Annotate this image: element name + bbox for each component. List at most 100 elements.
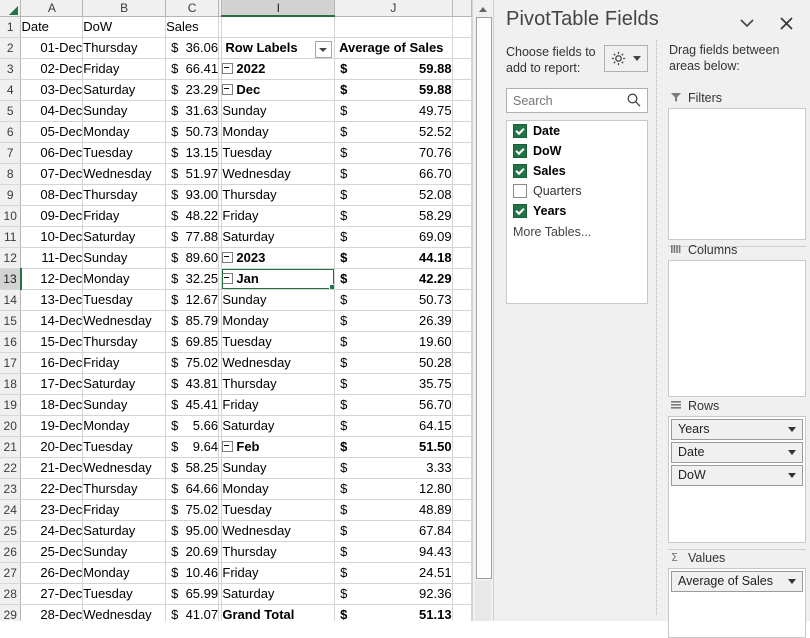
cell-K10[interactable] — [452, 205, 472, 227]
search-field[interactable] — [506, 88, 648, 113]
cell-B28[interactable]: Tuesday — [82, 583, 167, 605]
row-header-11[interactable]: 11 — [0, 226, 22, 248]
cell-A18[interactable]: 17-Dec — [20, 373, 84, 395]
cell-K11[interactable] — [452, 226, 472, 248]
cell-J11[interactable]: $69.09 — [334, 226, 453, 248]
cell-J5[interactable]: $49.75 — [334, 100, 453, 122]
cell-C23[interactable]: $64.66 — [165, 478, 220, 500]
cell-A3[interactable]: 02-Dec — [20, 58, 84, 80]
row-header-24[interactable]: 24 — [0, 499, 22, 521]
cell-J12[interactable]: $44.18 — [334, 247, 453, 269]
cell-J20[interactable]: $64.15 — [334, 415, 453, 437]
scroll-up-arrow-icon[interactable] — [475, 1, 491, 16]
more-tables-link[interactable]: More Tables... — [507, 221, 647, 243]
area-dropzone-filters[interactable] — [668, 108, 806, 240]
cell-B17[interactable]: Friday — [82, 352, 167, 374]
cell-A15[interactable]: 14-Dec — [20, 310, 84, 332]
row-header-12[interactable]: 12 — [0, 247, 22, 269]
cell-C12[interactable]: $89.60 — [165, 247, 220, 269]
collapse-minus-icon[interactable] — [222, 273, 234, 285]
row-header-18[interactable]: 18 — [0, 373, 22, 395]
row-header-27[interactable]: 27 — [0, 562, 22, 584]
cell-J29[interactable]: $51.13 — [334, 604, 453, 621]
vertical-scrollbar[interactable] — [472, 0, 493, 621]
cell-I18[interactable]: Thursday — [221, 373, 336, 395]
cell-K5[interactable] — [452, 100, 472, 122]
cell-B26[interactable]: Sunday — [82, 541, 167, 563]
row-header-17[interactable]: 17 — [0, 352, 22, 374]
cell-C21[interactable]: $9.64 — [165, 436, 220, 458]
cell-C28[interactable]: $65.99 — [165, 583, 220, 605]
field-chip-date[interactable]: Date — [671, 442, 803, 463]
cell-C19[interactable]: $45.41 — [165, 394, 220, 416]
row-header-25[interactable]: 25 — [0, 520, 22, 542]
cell-B23[interactable]: Thursday — [82, 478, 167, 500]
field-chip-average-of-sales[interactable]: Average of Sales — [671, 571, 803, 592]
cell-J14[interactable]: $50.73 — [334, 289, 453, 311]
cell-C24[interactable]: $75.02 — [165, 499, 220, 521]
cell-I28[interactable]: Saturday — [221, 583, 336, 605]
cell-J25[interactable]: $67.84 — [334, 520, 453, 542]
cell-A26[interactable]: 25-Dec — [20, 541, 84, 563]
cell-C13[interactable]: $32.25 — [165, 268, 220, 290]
row-header-28[interactable]: 28 — [0, 583, 22, 605]
cell-C17[interactable]: $75.02 — [165, 352, 220, 374]
row-header-20[interactable]: 20 — [0, 415, 22, 437]
cell-B16[interactable]: Thursday — [82, 331, 167, 353]
cell-C11[interactable]: $77.88 — [165, 226, 220, 248]
cell-A14[interactable]: 13-Dec — [20, 289, 84, 311]
field-item-dow[interactable]: DoW — [507, 141, 647, 161]
row-header-22[interactable]: 22 — [0, 457, 22, 479]
cell-K15[interactable] — [452, 310, 472, 332]
row-header-8[interactable]: 8 — [0, 163, 22, 185]
cell-C8[interactable]: $51.97 — [165, 163, 220, 185]
column-header-k[interactable] — [452, 0, 472, 17]
column-header-b[interactable]: B — [82, 0, 167, 17]
cell-J4[interactable]: $59.88 — [334, 79, 453, 101]
cell-A19[interactable]: 18-Dec — [20, 394, 84, 416]
cell-I22[interactable]: Sunday — [221, 457, 336, 479]
cell-K24[interactable] — [452, 499, 472, 521]
cell-B10[interactable]: Friday — [82, 205, 167, 227]
cell-C2[interactable]: $36.06 — [165, 37, 220, 59]
cell-K3[interactable] — [452, 58, 472, 80]
cell-J8[interactable]: $66.70 — [334, 163, 453, 185]
cell-A27[interactable]: 26-Dec — [20, 562, 84, 584]
row-header-26[interactable]: 26 — [0, 541, 22, 563]
collapse-minus-icon[interactable] — [222, 441, 234, 453]
cell-A23[interactable]: 22-Dec — [20, 478, 84, 500]
cell-B25[interactable]: Saturday — [82, 520, 167, 542]
cell-J21[interactable]: $51.50 — [334, 436, 453, 458]
field-item-quarters[interactable]: Quarters — [507, 181, 647, 201]
row-header-2[interactable]: 2 — [0, 37, 22, 59]
cell-I4[interactable]: Dec — [221, 79, 336, 101]
cell-C6[interactable]: $50.73 — [165, 121, 220, 143]
search-input[interactable] — [511, 91, 623, 111]
cell-K23[interactable] — [452, 478, 472, 500]
cell-C27[interactable]: $10.46 — [165, 562, 220, 584]
cell-B18[interactable]: Saturday — [82, 373, 167, 395]
column-header-c[interactable]: C — [165, 0, 220, 17]
cell-B12[interactable]: Sunday — [82, 247, 167, 269]
cell-B6[interactable]: Monday — [82, 121, 167, 143]
cell-K7[interactable] — [452, 142, 472, 164]
column-header-a[interactable]: A — [20, 0, 84, 17]
cell-J18[interactable]: $35.75 — [334, 373, 453, 395]
cell-I3[interactable]: 2022 — [221, 58, 336, 80]
row-header-1[interactable]: 1 — [0, 16, 22, 38]
row-labels-filter-button[interactable] — [315, 41, 333, 58]
cell-I2[interactable]: Row Labels — [221, 37, 336, 59]
field-list-settings-button[interactable] — [604, 45, 648, 72]
cell-A17[interactable]: 16-Dec — [20, 352, 84, 374]
cell-C14[interactable]: $12.67 — [165, 289, 220, 311]
cell-B14[interactable]: Tuesday — [82, 289, 167, 311]
cell-A25[interactable]: 24-Dec — [20, 520, 84, 542]
field-item-date[interactable]: Date — [507, 121, 647, 141]
cell-I12[interactable]: 2023 — [221, 247, 336, 269]
row-header-5[interactable]: 5 — [0, 100, 22, 122]
cell-C3[interactable]: $66.41 — [165, 58, 220, 80]
cell-A28[interactable]: 27-Dec — [20, 583, 84, 605]
row-header-4[interactable]: 4 — [0, 79, 22, 101]
cell-I21[interactable]: Feb — [221, 436, 336, 458]
cell-I6[interactable]: Monday — [221, 121, 336, 143]
